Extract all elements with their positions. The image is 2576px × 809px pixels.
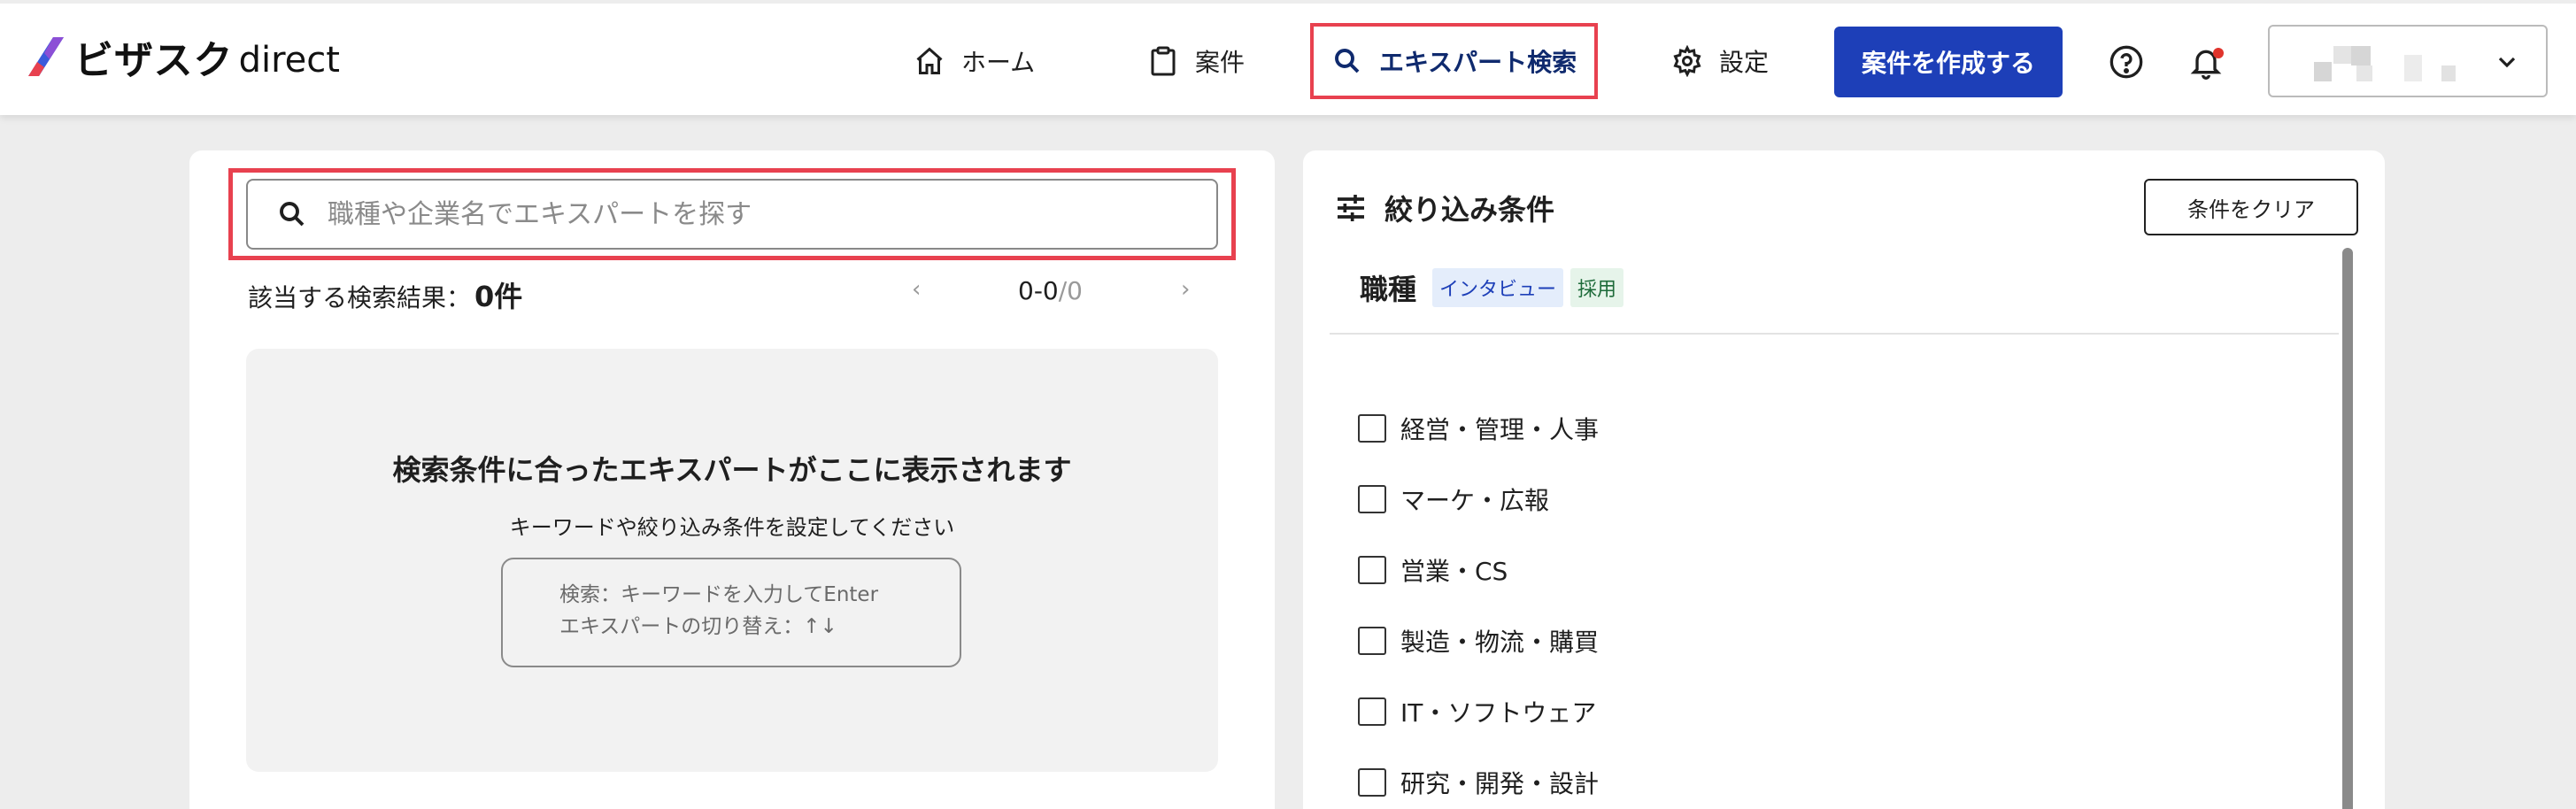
category-checkbox[interactable] — [1358, 414, 1386, 443]
section-divider — [1330, 333, 2339, 335]
category-label: IT・ソフトウェア — [1400, 698, 1597, 728]
account-menu[interactable] — [2268, 25, 2548, 97]
tag-interview: インタビュー — [1432, 268, 1564, 307]
prev-page-button[interactable]: ‹ — [912, 276, 921, 303]
nav-settings[interactable]: 設定 — [1671, 25, 1769, 97]
nav-settings-label: 設定 — [1719, 48, 1770, 77]
gear-icon — [1673, 45, 1701, 77]
nav-projects[interactable]: 案件 — [1147, 25, 1245, 97]
brand-logo[interactable]: ビザスク direct — [27, 30, 340, 83]
category-checkbox[interactable] — [1358, 485, 1386, 513]
search-icon — [280, 202, 305, 227]
empty-state-title: 検索条件に合ったエキスパートがここに表示されます — [392, 453, 1072, 487]
category-label: 製造・物流・購買 — [1400, 628, 1600, 657]
category-label: マーケ・広報 — [1400, 486, 1550, 515]
category-item[interactable]: 営業・CS — [1358, 535, 1599, 605]
pagination-text: 0-0/0 — [1018, 276, 1083, 305]
brand-name-jp: ビザスク — [74, 38, 234, 83]
category-label: 営業・CS — [1400, 557, 1508, 586]
category-label: 研究・開発・設計 — [1400, 769, 1600, 798]
filter-header: 絞り込み条件 — [1333, 188, 1554, 228]
pagination-total: /0 — [1058, 276, 1083, 305]
result-summary: 該当する検索結果： 0件 — [248, 274, 522, 315]
notification-dot — [2213, 48, 2224, 58]
job-category-header: 職種 インタビュー 採用 — [1360, 267, 1631, 308]
search-input[interactable] — [328, 198, 1124, 230]
create-project-button[interactable]: 案件を作成する — [1834, 27, 2063, 97]
nav-home[interactable]: ホーム — [914, 25, 1035, 97]
notification-button[interactable] — [2187, 42, 2225, 81]
category-item[interactable]: マーケ・広報 — [1358, 464, 1599, 535]
filter-title: 絞り込み条件 — [1384, 193, 1555, 227]
help-icon — [2109, 45, 2143, 79]
help-button[interactable] — [2107, 42, 2146, 81]
category-item[interactable]: 製造・物流・購買 — [1358, 605, 1599, 676]
keyboard-hint: 検索：キーワードを入力してEnter エキスパートの切り替え：↑↓ — [501, 558, 961, 667]
nav-home-label: ホーム — [961, 48, 1036, 77]
search-icon — [1335, 49, 1360, 73]
filter-sliders-icon — [1338, 195, 1364, 221]
next-page-button[interactable]: › — [1181, 276, 1190, 303]
result-count: 0件 — [474, 280, 523, 313]
category-item[interactable]: 経営・管理・人事 — [1358, 393, 1599, 464]
top-header: ビザスク direct ホーム 案件 エキスパート検索 設定 案件を作成する — [0, 0, 2576, 115]
category-label: 経営・管理・人事 — [1400, 415, 1600, 444]
category-item[interactable]: IT・ソフトウェア — [1358, 676, 1599, 747]
nav-projects-label: 案件 — [1195, 48, 1246, 77]
clipboard-icon — [1151, 46, 1176, 76]
category-checkbox[interactable] — [1358, 697, 1386, 726]
empty-state-subtitle: キーワードや絞り込み条件を設定してください — [509, 515, 955, 540]
category-checkbox[interactable] — [1358, 768, 1386, 797]
pagination-range: 0-0 — [1018, 276, 1059, 305]
job-category-title: 職種 — [1360, 273, 1417, 306]
category-checkbox[interactable] — [1358, 556, 1386, 584]
hint-line-search: 検索：キーワードを入力してEnter — [559, 583, 879, 606]
result-label: 該当する検索結果： — [248, 283, 472, 312]
search-field[interactable] — [246, 179, 1218, 250]
brand-name-en: direct — [238, 40, 340, 81]
category-checkbox[interactable] — [1358, 627, 1386, 655]
filter-scrollbar[interactable] — [2342, 248, 2353, 809]
tag-recruit: 採用 — [1570, 268, 1624, 307]
empty-state: 検索条件に合ったエキスパートがここに表示されます キーワードや絞り込み条件を設定… — [246, 349, 1218, 772]
logo-mark-icon — [28, 37, 64, 76]
clear-filters-button[interactable]: 条件をクリア — [2144, 179, 2358, 235]
home-icon — [916, 47, 943, 74]
category-item[interactable]: 研究・開発・設計 — [1358, 747, 1599, 809]
job-category-list: 経営・管理・人事 マーケ・広報 営業・CS 製造・物流・購買 IT・ソフトウェア… — [1358, 393, 1599, 809]
chevron-down-icon — [2498, 57, 2516, 68]
nav-expert-search[interactable]: エキスパート検索 — [1310, 23, 1599, 99]
hint-line-switch: エキスパートの切り替え：↑↓ — [559, 615, 837, 638]
nav-expert-search-label: エキスパート検索 — [1379, 48, 1577, 77]
